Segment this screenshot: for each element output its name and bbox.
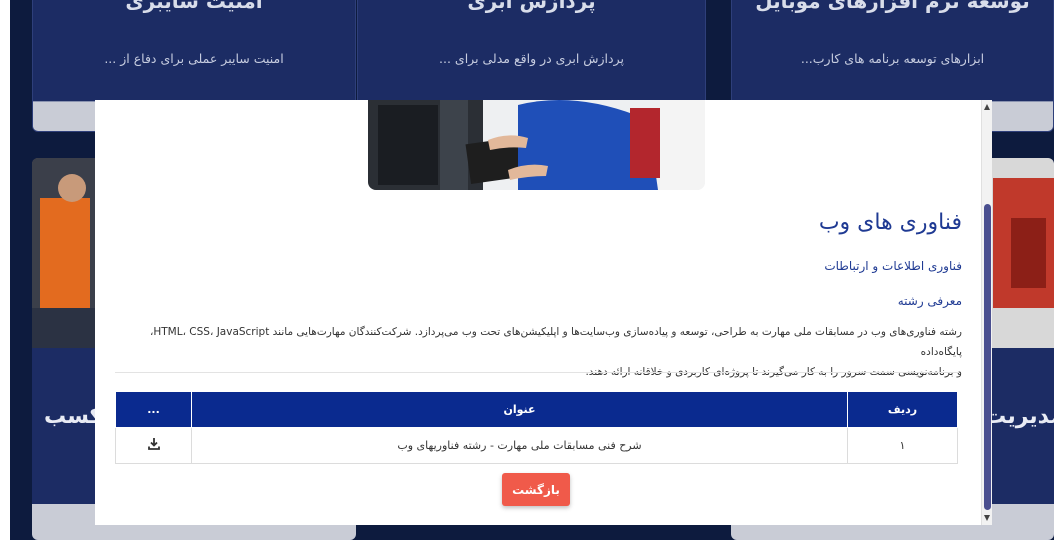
column-header-index: ردیف [847, 391, 958, 428]
download-icon[interactable] [147, 437, 161, 451]
field-detail-modal: فناوری های وب فناوری اطلاعات و ارتباطات … [95, 100, 992, 525]
documents-table: ردیف عنوان ... ۱ شرح فنی مسابقات ملی مها… [115, 391, 958, 464]
card-title: امنیت سایبری [125, 0, 263, 13]
card-title: مدیریت [984, 404, 1054, 429]
card-title: پردازش ابری [467, 0, 596, 13]
scroll-down-arrow-icon[interactable] [984, 515, 990, 521]
card-title: کسب [44, 404, 103, 429]
scroll-up-arrow-icon[interactable] [984, 104, 990, 110]
card-title: توسعه نرم افزارهای موبایل [755, 0, 1030, 13]
description-line: رشته فناوری‌های وب در مسابقات ملی مهارت … [149, 326, 962, 358]
card-description: امنیت سایبر عملی برای دفاع از ... [104, 51, 284, 66]
table-header-row: ردیف عنوان ... [115, 391, 958, 428]
hero-image [368, 100, 705, 190]
field-description: رشته فناوری‌های وب در مسابقات ملی مهارت … [115, 322, 962, 382]
modal-scrollbar[interactable] [981, 100, 992, 525]
divider [115, 372, 959, 373]
category-link[interactable]: فناوری اطلاعات و ارتباطات [115, 259, 962, 273]
card-description: پردازش ابری در واقع مدلی برای ... [439, 51, 624, 66]
column-header-action: ... [115, 391, 192, 428]
card-description: ابزارهای توسعه برنامه های کارب... [800, 51, 985, 66]
back-button[interactable]: بازگشت [502, 473, 570, 506]
column-header-title: عنوان [191, 391, 848, 428]
row-index: ۱ [847, 427, 958, 464]
modal-title: فناوری های وب [818, 210, 962, 235]
scroll-thumb[interactable] [984, 204, 991, 510]
table-row: ۱ شرح فنی مسابقات ملی مهارت - رشته فناور… [115, 427, 958, 464]
section-heading: معرفی رشته [897, 294, 962, 308]
download-cell [115, 427, 192, 464]
row-title: شرح فنی مسابقات ملی مهارت - رشته فناوریه… [191, 427, 848, 464]
